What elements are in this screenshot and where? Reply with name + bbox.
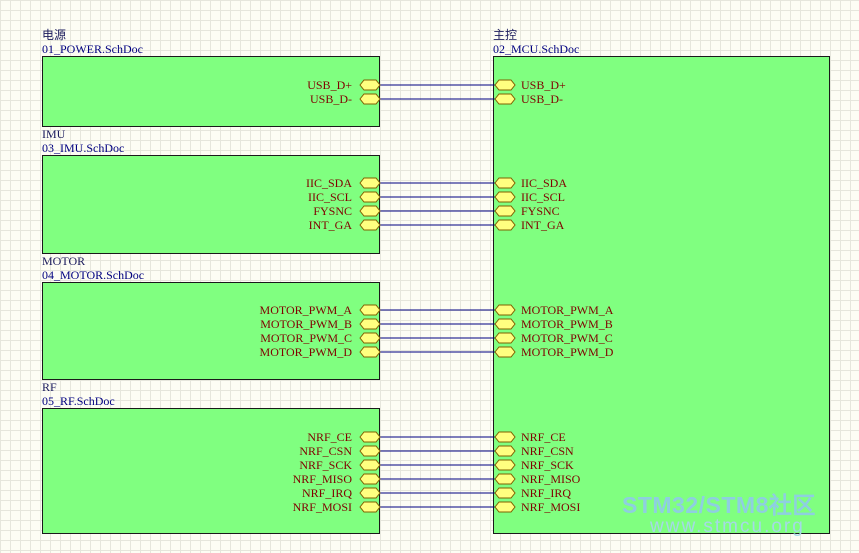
imu-port-2-symbol[interactable]: [359, 205, 381, 217]
power-port-1-symbol[interactable]: [359, 93, 381, 105]
mcu-port-7-symbol[interactable]: [494, 318, 516, 330]
mcu-port-4-symbol[interactable]: [494, 205, 516, 217]
mcu-port-11-symbol[interactable]: [494, 445, 516, 457]
motor-port-label: MOTOR_PWM_C: [260, 331, 352, 345]
rf-port-2-symbol[interactable]: [359, 459, 381, 471]
power-port-label: USB_D-: [309, 92, 352, 106]
power-port-0-symbol[interactable]: [359, 79, 381, 91]
rf-port-label: NRF_CE: [307, 430, 352, 444]
mcu-port-label: NRF_SCK: [521, 458, 574, 472]
mcu-port-13-symbol[interactable]: [494, 473, 516, 485]
power-port-label: USB_D+: [307, 78, 352, 92]
schematic-wires: [359, 79, 516, 513]
rf-port-label: NRF_MISO: [292, 472, 352, 486]
mcu-port-8-symbol[interactable]: [494, 332, 516, 344]
rf-port-0-symbol[interactable]: [359, 431, 381, 443]
imu-port-label: INT_GA: [308, 218, 352, 232]
watermark-url: www.stmcu.org: [650, 516, 805, 537]
mcu-port-label: FYSNC: [521, 204, 560, 218]
rf-port-label: NRF_MOSI: [292, 500, 352, 514]
mcu-port-label: NRF_CSN: [521, 444, 574, 458]
rf-port-3-symbol[interactable]: [359, 473, 381, 485]
mcu-port-label: INT_GA: [521, 218, 565, 232]
imu-port-label: FYSNC: [313, 204, 352, 218]
mcu-port-label: NRF_MOSI: [521, 500, 581, 514]
mcu-port-label: MOTOR_PWM_B: [521, 317, 613, 331]
mcu-port-3-symbol[interactable]: [494, 191, 516, 203]
rf-port-4-symbol[interactable]: [359, 487, 381, 499]
motor-port-3-symbol[interactable]: [359, 346, 381, 358]
imu-port-0-symbol[interactable]: [359, 177, 381, 189]
motor-port-1-symbol[interactable]: [359, 318, 381, 330]
mcu-port-label: NRF_MISO: [521, 472, 581, 486]
mcu-port-9-symbol[interactable]: [494, 346, 516, 358]
mcu-port-label: USB_D-: [521, 92, 564, 106]
mcu-port-label: IIC_SDA: [521, 176, 568, 190]
mcu-port-label: MOTOR_PWM_A: [521, 303, 614, 317]
imu-port-1-symbol[interactable]: [359, 191, 381, 203]
imu-port-label: IIC_SCL: [307, 190, 352, 204]
mcu-port-5-symbol[interactable]: [494, 219, 516, 231]
motor-port-label: MOTOR_PWM_D: [259, 345, 352, 359]
rf-port-5-symbol[interactable]: [359, 501, 381, 513]
mcu-port-15-symbol[interactable]: [494, 501, 516, 513]
mcu-port-label: MOTOR_PWM_C: [521, 331, 613, 345]
mcu-port-12-symbol[interactable]: [494, 459, 516, 471]
mcu-port-label: NRF_CE: [521, 430, 566, 444]
mcu-port-0-symbol[interactable]: [494, 79, 516, 91]
mcu-port-6-symbol[interactable]: [494, 304, 516, 316]
rf-port-label: NRF_CSN: [299, 444, 352, 458]
imu-port-3-symbol[interactable]: [359, 219, 381, 231]
mcu-port-label: MOTOR_PWM_D: [521, 345, 614, 359]
motor-port-label: MOTOR_PWM_B: [260, 317, 352, 331]
watermark-title: STM32/STM8社区: [622, 492, 816, 518]
mcu-port-1-symbol[interactable]: [494, 93, 516, 105]
motor-port-2-symbol[interactable]: [359, 332, 381, 344]
motor-port-label: MOTOR_PWM_A: [259, 303, 352, 317]
mcu-port-label: USB_D+: [521, 78, 566, 92]
motor-port-0-symbol[interactable]: [359, 304, 381, 316]
mcu-port-10-symbol[interactable]: [494, 431, 516, 443]
rf-port-label: NRF_IRQ: [301, 486, 352, 500]
mcu-port-label: NRF_IRQ: [521, 486, 572, 500]
mcu-port-label: IIC_SCL: [521, 190, 566, 204]
rf-port-label: NRF_SCK: [299, 458, 352, 472]
rf-port-1-symbol[interactable]: [359, 445, 381, 457]
imu-port-label: IIC_SDA: [305, 176, 352, 190]
mcu-port-2-symbol[interactable]: [494, 177, 516, 189]
mcu-port-14-symbol[interactable]: [494, 487, 516, 499]
